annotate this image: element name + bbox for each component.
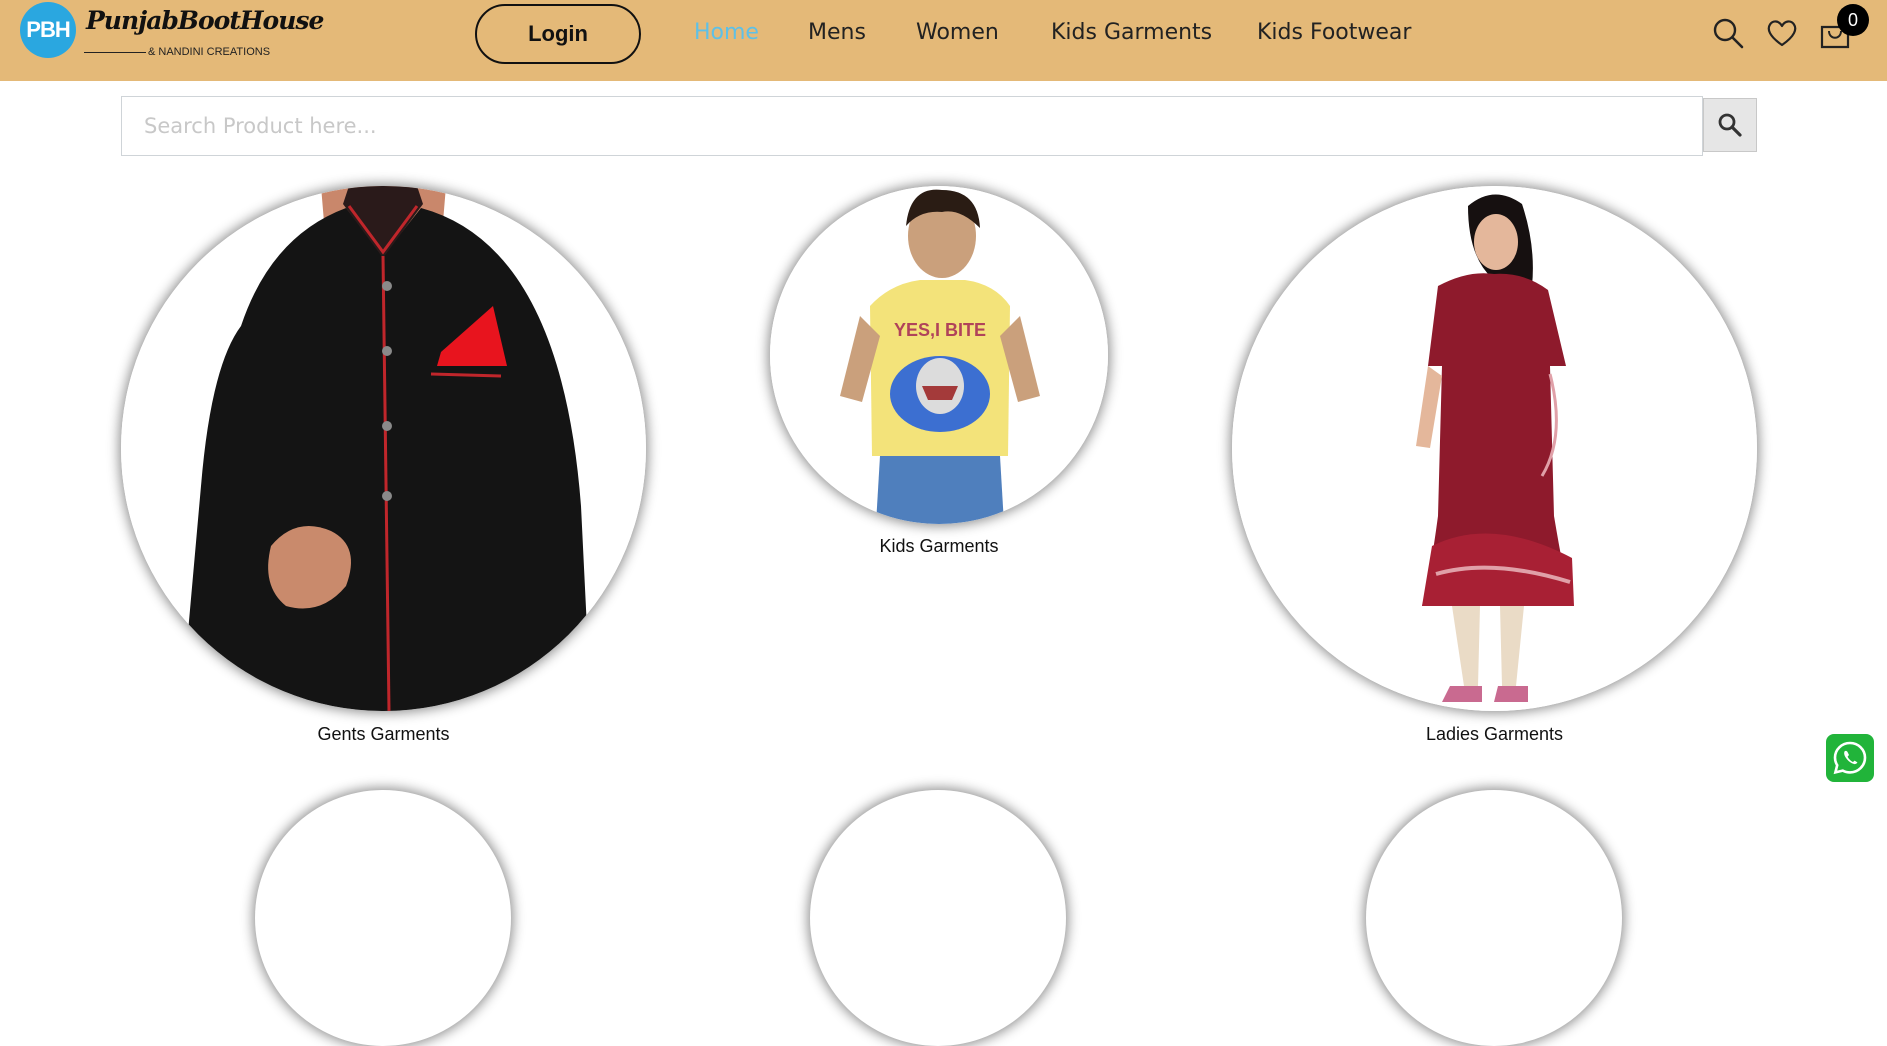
svg-text:YES,I BITE: YES,I BITE xyxy=(894,320,986,340)
nav-home[interactable]: Home xyxy=(694,20,759,50)
ladies-garments-image[interactable] xyxy=(1232,186,1757,711)
logo-subtitle: & NANDINI CREATIONS xyxy=(148,46,271,58)
whatsapp-icon xyxy=(1833,741,1867,775)
nav-mens[interactable]: Mens xyxy=(808,20,866,50)
brand-logo[interactable]: PBH PunjabBootHouse & NANDINI CREATIONS xyxy=(20,2,324,58)
login-button[interactable]: Login xyxy=(475,4,641,64)
logo-name: PunjabBootHouse xyxy=(86,6,324,35)
search-input[interactable] xyxy=(121,96,1703,156)
category-image-partial[interactable] xyxy=(255,790,511,1046)
category-image-partial[interactable] xyxy=(1366,790,1622,1046)
category-label-gents[interactable]: Gents Garments xyxy=(121,724,646,745)
category-card-kids[interactable]: YES,I BITE Kids Garments xyxy=(770,186,1108,566)
category-label-ladies[interactable]: Ladies Garments xyxy=(1232,724,1757,745)
kids-garments-image[interactable]: YES,I BITE xyxy=(770,186,1108,524)
cart-count-badge: 0 xyxy=(1837,4,1869,36)
whatsapp-button[interactable] xyxy=(1826,734,1874,782)
search-submit-button[interactable] xyxy=(1703,98,1757,152)
top-header: PBH PunjabBootHouse & NANDINI CREATIONS … xyxy=(0,0,1887,81)
category-card-ladies[interactable]: Ladies Garments xyxy=(1232,186,1757,746)
logo-badge: PBH xyxy=(20,2,76,58)
nav-kids-garments[interactable]: Kids Garments xyxy=(1051,20,1212,50)
category-card-gents[interactable]: Gents Garments xyxy=(121,186,646,746)
category-label-kids[interactable]: Kids Garments xyxy=(770,536,1108,557)
gents-garments-image[interactable] xyxy=(121,186,646,711)
heart-icon[interactable] xyxy=(1765,16,1799,50)
nav-kids-footwear[interactable]: Kids Footwear xyxy=(1257,20,1411,50)
nav-women[interactable]: Women xyxy=(916,20,999,50)
search-icon[interactable] xyxy=(1711,16,1745,50)
search-bar xyxy=(121,96,1757,156)
logo-divider xyxy=(84,52,146,53)
category-image-partial[interactable] xyxy=(810,790,1066,1046)
search-submit-icon xyxy=(1718,113,1742,137)
